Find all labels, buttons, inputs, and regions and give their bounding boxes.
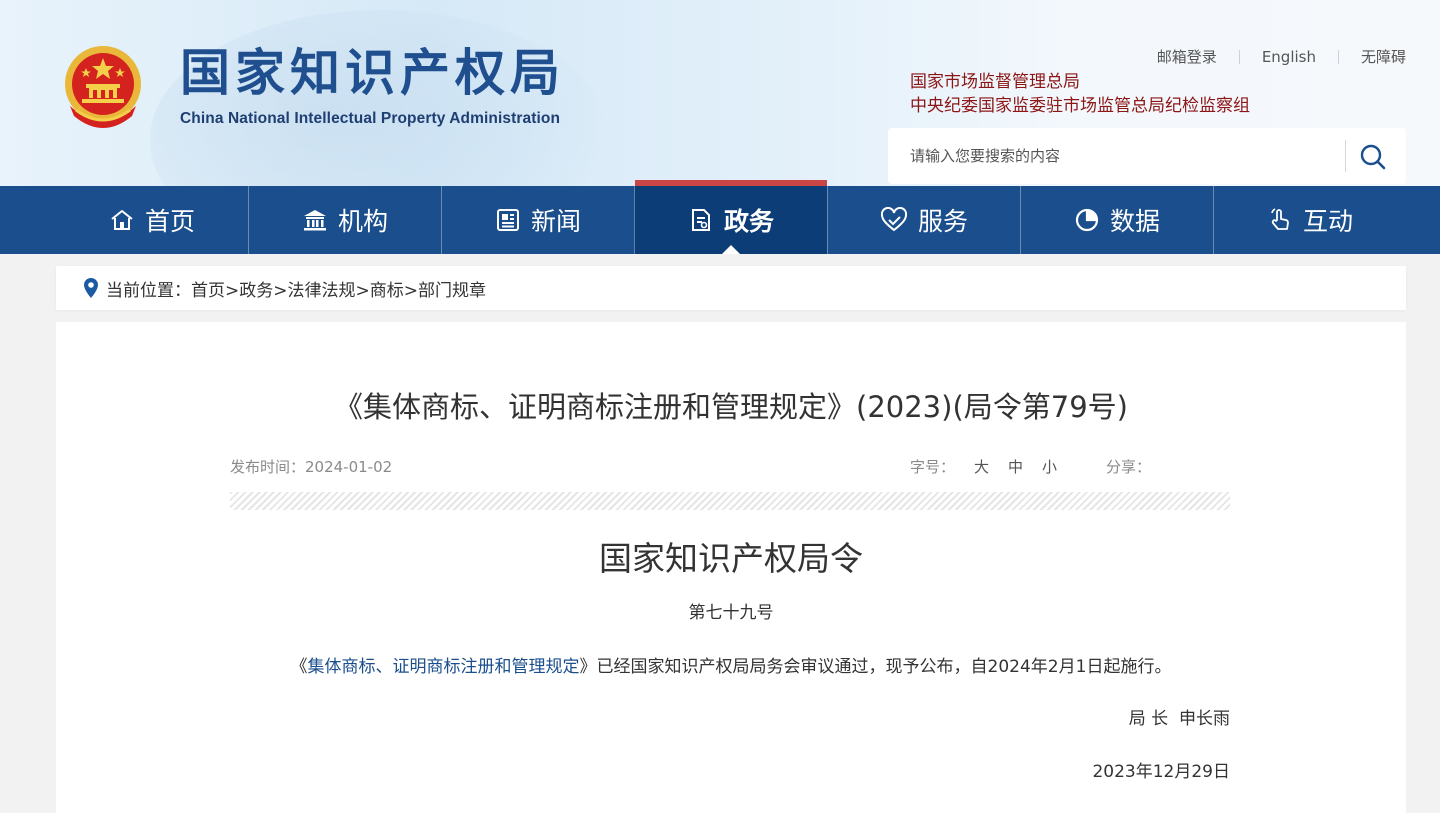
search-divider	[1345, 140, 1346, 172]
service-icon	[880, 207, 907, 232]
breadcrumb: 当前位置：首页>政务>法律法规>商标>部门规章	[56, 266, 1406, 310]
striped-divider	[230, 492, 1230, 510]
document-icon	[691, 209, 710, 231]
top-link-divider	[1337, 49, 1339, 64]
nav-item-government-affairs[interactable]: 政务	[634, 180, 827, 254]
font-size-medium-button[interactable]: 中	[1008, 456, 1023, 477]
document-body: 《集体商标、证明商标注册和管理规定》已经国家知识产权局局务会审议通过，现予公布，…	[56, 652, 1406, 677]
quote-open: 《	[290, 657, 308, 677]
search-icon[interactable]	[1358, 142, 1388, 172]
article-title: 《集体商标、证明商标注册和管理规定》(2023)(局令第79号)	[334, 390, 1128, 424]
location-pin-icon	[84, 278, 98, 298]
font-size-controls: 字号： 大 中 小	[910, 456, 1057, 477]
document-number: 第七十九号	[688, 603, 774, 623]
news-icon	[496, 209, 519, 231]
nav-item-interaction[interactable]: 互动	[1213, 186, 1406, 254]
english-link[interactable]: English	[1262, 48, 1316, 66]
share-label[interactable]: 分享：	[1106, 456, 1151, 477]
top-links: 邮箱登录 English 无障碍	[1157, 46, 1406, 67]
nav-item-label: 服务	[917, 207, 968, 236]
nav-item-institution[interactable]: 机构	[248, 186, 441, 254]
institution-icon	[303, 210, 326, 231]
logo-chinese-name[interactable]: 国家知识产权局	[180, 48, 565, 98]
home-icon	[111, 210, 133, 230]
nav-item-data[interactable]: 数据	[1020, 186, 1213, 254]
font-size-small-button[interactable]: 小	[1042, 456, 1057, 477]
top-link-divider	[1238, 49, 1240, 64]
signer-text: 局 长 申长雨	[1128, 709, 1230, 729]
accessibility-link[interactable]: 无障碍	[1361, 46, 1406, 67]
article-card: 《集体商标、证明商标注册和管理规定》(2023)(局令第79号) 发布时间：20…	[56, 322, 1406, 813]
publish-date: 发布时间：2024-01-02	[230, 458, 393, 476]
org-links: 国家市场监督管理总局 中央纪委国家监委驻市场监管总局纪检监察组	[910, 70, 1250, 118]
site-header: 国家知识产权局 China National Intellectual Prop…	[0, 0, 1440, 186]
search-box	[888, 128, 1406, 184]
nav-item-label: 互动	[1302, 207, 1353, 236]
nav-item-service[interactable]: 服务	[827, 186, 1020, 254]
sign-date: 2023年12月29日	[1092, 762, 1230, 782]
nav-item-label: 政务	[723, 207, 774, 236]
font-size-label: 字号：	[910, 458, 956, 476]
mailbox-login-link[interactable]: 邮箱登录	[1157, 46, 1217, 67]
search-input[interactable]	[888, 128, 1344, 184]
signer: 局 长 申长雨	[230, 704, 1230, 729]
nav-item-label: 数据	[1109, 207, 1160, 236]
body-text: 》已经国家知识产权局局务会审议通过，现予公布，自2024年2月1日起施行。	[579, 657, 1172, 677]
nav-item-news[interactable]: 新闻	[441, 186, 634, 254]
document-title: 国家知识产权局令	[599, 539, 863, 578]
font-size-large-button[interactable]: 大	[974, 456, 989, 477]
samr-link[interactable]: 国家市场监督管理总局	[910, 70, 1250, 94]
main-nav: 首页 机构 新闻 政务 服务 数据 互动	[0, 180, 1440, 254]
regulation-link[interactable]: 集体商标、证明商标注册和管理规定	[308, 657, 580, 677]
discipline-inspection-link[interactable]: 中央纪委国家监委驻市场监管总局纪检监察组	[910, 94, 1250, 118]
nav-item-label: 机构	[337, 207, 388, 236]
article-meta: 发布时间：2024-01-02 字号： 大 中 小 分享：	[230, 456, 1230, 478]
breadcrumb-text[interactable]: 当前位置：首页>政务>法律法规>商标>部门规章	[106, 276, 486, 301]
nav-item-label: 新闻	[530, 207, 581, 236]
pie-chart-icon	[1075, 208, 1099, 232]
logo-english-name[interactable]: China National Intellectual Property Adm…	[180, 110, 560, 128]
national-emblem-icon[interactable]	[62, 44, 144, 130]
nav-item-label: 首页	[144, 207, 195, 236]
hand-pointer-icon	[1271, 208, 1289, 230]
nav-item-home[interactable]: 首页	[56, 186, 248, 254]
